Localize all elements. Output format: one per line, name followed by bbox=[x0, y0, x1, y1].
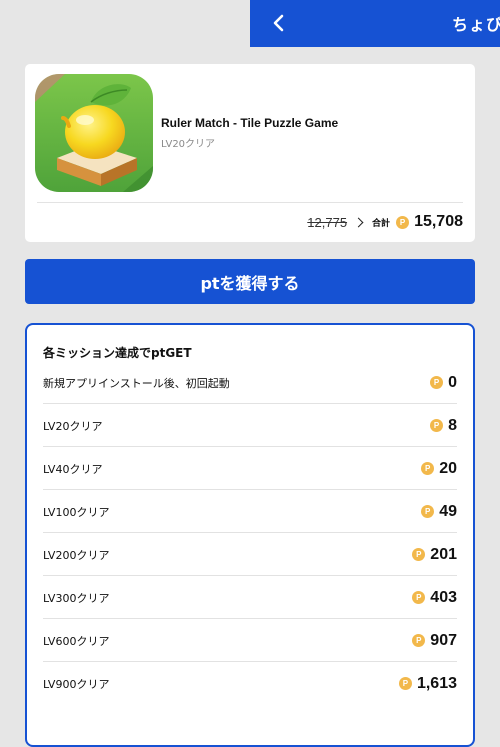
app-subtitle: LV20クリア bbox=[161, 139, 216, 150]
mission-reward: P 201 bbox=[412, 546, 457, 564]
total-label: 合計 bbox=[372, 218, 391, 229]
mission-row: LV300クリア P 403 bbox=[43, 576, 457, 619]
mission-row: 新規アプリインストール後、初回起動 P 0 bbox=[43, 361, 457, 404]
mission-row: LV20クリア P 8 bbox=[43, 404, 457, 447]
mission-label: 新規アプリインストール後、初回起動 bbox=[43, 376, 230, 390]
mission-reward: P 0 bbox=[430, 374, 457, 392]
mission-label: LV200クリア bbox=[43, 548, 110, 562]
point-coin-icon: P bbox=[421, 462, 435, 475]
mission-reward: P 20 bbox=[421, 460, 457, 478]
mission-row: LV200クリア P 201 bbox=[43, 533, 457, 576]
mission-points: 20 bbox=[439, 459, 457, 477]
top-bar: ちょび bbox=[250, 0, 500, 47]
mission-label: LV40クリア bbox=[43, 462, 103, 476]
mission-label: LV600クリア bbox=[43, 634, 110, 648]
mission-label: LV20クリア bbox=[43, 419, 103, 433]
mission-row: LV600クリア P 907 bbox=[43, 619, 457, 662]
point-coin-icon: P bbox=[396, 215, 410, 229]
old-price: 12,775 bbox=[307, 214, 348, 230]
mission-panel: 各ミッション達成でptGET 新規アプリインストール後、初回起動 P 0 LV2… bbox=[25, 323, 475, 747]
point-coin-icon: P bbox=[412, 591, 426, 604]
mission-row: LV900クリア P 1,613 bbox=[43, 662, 457, 705]
mission-label: LV300クリア bbox=[43, 591, 110, 605]
mission-reward: P 907 bbox=[412, 632, 457, 650]
mission-points: 403 bbox=[430, 588, 457, 606]
total-points: 15,708 bbox=[414, 213, 463, 230]
point-coin-icon: P bbox=[430, 376, 444, 389]
app-card[interactable]: Ruler Match - Tile Puzzle Game LV20クリア 1… bbox=[25, 64, 475, 242]
point-coin-icon: P bbox=[412, 634, 426, 647]
point-coin-icon: P bbox=[398, 677, 412, 690]
mission-points: 201 bbox=[430, 545, 457, 563]
app-icon bbox=[35, 74, 153, 192]
mission-label: LV100クリア bbox=[43, 505, 110, 519]
mission-points: 8 bbox=[448, 416, 457, 434]
mission-points: 1,613 bbox=[416, 674, 457, 692]
price-row: 12,775 合計 P 15,708 bbox=[307, 212, 463, 232]
mission-row: LV40クリア P 20 bbox=[43, 447, 457, 490]
point-coin-icon: P bbox=[421, 505, 435, 518]
earn-points-button[interactable]: ptを獲得する bbox=[25, 259, 475, 304]
mission-reward: P 1,613 bbox=[398, 674, 457, 693]
mission-label: LV900クリア bbox=[43, 677, 110, 691]
mission-row: LV100クリア P 49 bbox=[43, 490, 457, 533]
point-coin-icon: P bbox=[412, 548, 426, 561]
mission-heading: 各ミッション達成でptGET bbox=[43, 346, 192, 360]
mission-points: 907 bbox=[430, 631, 457, 649]
point-coin-icon: P bbox=[430, 419, 444, 432]
divider bbox=[37, 202, 463, 203]
mission-points: 0 bbox=[448, 373, 457, 391]
mission-reward: P 8 bbox=[430, 417, 457, 435]
chevron-left-icon bbox=[273, 14, 284, 32]
mission-reward: P 403 bbox=[412, 589, 457, 607]
mission-points: 49 bbox=[439, 502, 457, 520]
page-title: ちょび bbox=[452, 15, 500, 34]
app-name: Ruler Match - Tile Puzzle Game bbox=[161, 116, 339, 130]
chevron-right-icon bbox=[353, 217, 364, 227]
back-button[interactable] bbox=[268, 12, 290, 34]
mission-reward: P 49 bbox=[421, 503, 457, 521]
